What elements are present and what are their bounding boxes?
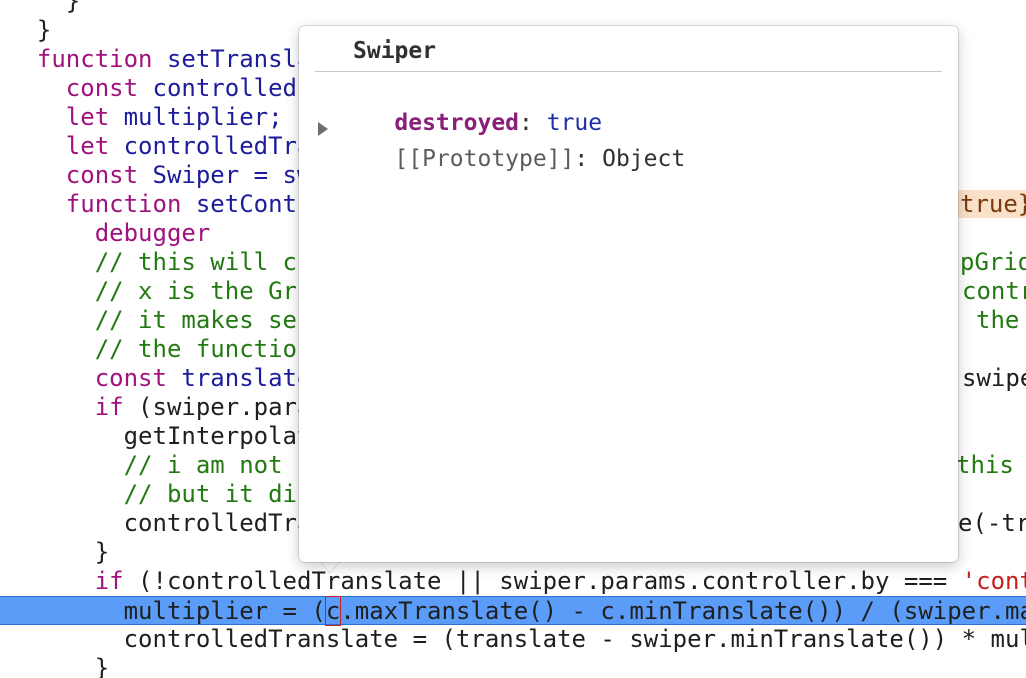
code-token: let (65, 103, 110, 131)
code-token: the (976, 306, 1020, 334)
code-token: .maxTranslate() - c.minTranslate()) / (s… (340, 597, 1026, 625)
code-token: const (94, 364, 167, 392)
code-token: // i am not s (8, 451, 312, 479)
code-token: setTransla (152, 45, 312, 73)
code-token: (!controlledTranslate || swiper.params.c… (123, 567, 962, 595)
code-line-text: function setContr (8, 190, 312, 219)
popover-title: Swiper (353, 38, 437, 64)
code-token: debugger (94, 219, 211, 247)
code-line-text: // it makes ser (8, 306, 312, 335)
prototype-value: Object (602, 146, 686, 172)
code-line-fragment: swipe (962, 364, 1026, 393)
code-token: multiplier = ( (8, 597, 326, 625)
prototype-row[interactable]: [[Prototype]]: Object (339, 114, 685, 204)
code-line-fragment: contr (962, 277, 1026, 306)
code-token: controlledTra (8, 509, 312, 537)
code-token: // the function (8, 335, 312, 363)
cursor-caret: c (324, 596, 342, 626)
code-line-text: } (8, 654, 109, 678)
code-token: } (8, 16, 52, 44)
code-token: function (36, 45, 153, 73)
code-token: // it makes ser (8, 306, 312, 334)
code-token: controlled (138, 74, 297, 102)
code-token: swipe (962, 364, 1026, 392)
code-line[interactable]: } (0, 0, 1026, 16)
code-token: // but it dic (8, 480, 312, 508)
code-token: // this will cr (8, 248, 312, 276)
code-line[interactable]: controlledTranslate = (translate - swipe… (0, 625, 1026, 654)
code-token: const (65, 74, 139, 102)
code-line-text: debugger (8, 219, 211, 248)
code-line-text: } (8, 16, 51, 45)
code-line-text: // but it dic (8, 480, 312, 509)
code-line-text: // x is the Gri (8, 277, 312, 306)
code-line-text: multiplier = (c.maxTranslate() - c.minTr… (8, 596, 1026, 626)
code-line-fragment: the (976, 306, 1019, 335)
code-token: } (8, 538, 110, 566)
code-token: // x is the Gri (8, 277, 312, 305)
code-token: } (8, 654, 110, 678)
code-line-text: } (8, 0, 80, 16)
popover-divider (315, 71, 942, 72)
triangle-right-icon[interactable] (318, 122, 328, 136)
code-token: multiplier; (109, 103, 283, 131)
code-token: controlledTra (109, 132, 312, 160)
code-line-text: controlledTra (8, 509, 312, 538)
code-token: getInterpolat (8, 422, 312, 450)
prototype-key: [[Prototype]] (394, 146, 575, 172)
code-line-text: const controlled (8, 74, 297, 103)
code-token: 'cont (961, 567, 1026, 595)
code-line-text: // the function (8, 335, 312, 364)
inline-value-hint: true} (958, 190, 1026, 218)
code-line-text: // this will cr (8, 248, 312, 277)
code-line-text: let multiplier; (8, 103, 283, 132)
code-token: controlledTranslate = (translate - swipe… (8, 625, 1026, 653)
code-token: const (65, 161, 139, 189)
code-token: this w (956, 451, 1014, 479)
prototype-separator: : (574, 146, 603, 172)
code-token: setContr (181, 190, 312, 218)
code-line-text: // i am not s (8, 451, 312, 480)
code-token: Swiper = sw (138, 161, 312, 189)
code-token: translate (166, 364, 312, 392)
current-execution-line[interactable]: multiplier = (c.maxTranslate() - c.minTr… (0, 596, 1026, 626)
code-line-fragment: true} (958, 190, 1026, 219)
code-line-text: getInterpolat (8, 422, 312, 451)
code-line-text: const translate (8, 364, 312, 393)
code-line-fragment: pGrid (960, 248, 1026, 277)
code-line-text: let controlledTra (8, 132, 312, 161)
code-line-fragment: this w (956, 451, 1026, 480)
code-line[interactable]: } (0, 654, 1026, 678)
code-line[interactable]: if (!controlledTranslate || swiper.param… (0, 567, 1026, 596)
code-token: function (65, 190, 182, 218)
code-line-text: controlledTranslate = (translate - swipe… (8, 625, 1026, 654)
code-token: if (94, 567, 124, 595)
code-token: e(-tr (958, 509, 1026, 537)
code-token: } (8, 0, 81, 15)
code-token: if (94, 393, 124, 421)
code-token: pGrid (960, 248, 1026, 276)
code-line-fragment: e(-tr (958, 509, 1026, 538)
object-preview-popover: Swiper destroyed: true [[Prototype]]: Ob… (299, 26, 958, 562)
code-line-text: if (swiper.para (8, 393, 312, 422)
code-token: (swiper.para (123, 393, 312, 421)
code-token: contr (962, 277, 1026, 305)
popover-pointer (320, 561, 340, 573)
code-line-text: const Swiper = sw (8, 161, 312, 190)
code-line-text: if (!controlledTranslate || swiper.param… (8, 567, 1026, 596)
code-line-text: } (8, 538, 109, 567)
code-line-text: function setTransla (8, 45, 312, 74)
code-token: let (65, 132, 110, 160)
